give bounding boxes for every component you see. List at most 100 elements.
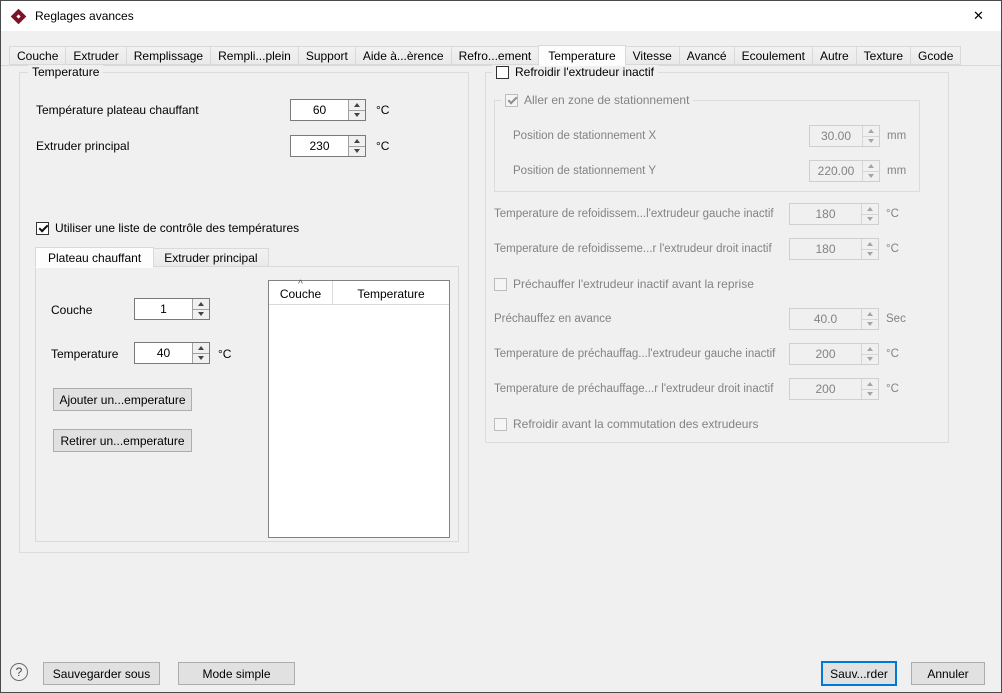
list-temp-value[interactable]: 40 bbox=[135, 343, 192, 363]
spinner-down-icon[interactable] bbox=[349, 110, 365, 120]
close-icon[interactable]: ✕ bbox=[956, 1, 1001, 31]
park-y-value: 220.00 bbox=[817, 164, 855, 178]
spinner-up-icon bbox=[863, 126, 879, 137]
app-icon bbox=[10, 8, 27, 25]
spinner-up-icon bbox=[862, 344, 878, 355]
tab-temperature[interactable]: Temperature bbox=[538, 45, 626, 66]
temp-list-panel: Couche 1 Temperature 40 °C Ajouter un...… bbox=[35, 266, 459, 542]
cool-before-switch-checkbox: Refroidir avant la commutation des extru… bbox=[494, 417, 758, 431]
spinner-down-icon bbox=[862, 249, 878, 259]
checkbox-box bbox=[36, 221, 49, 235]
tab-label: Refro...ement bbox=[458, 48, 532, 63]
spinner-arrows bbox=[861, 309, 878, 329]
spinner-up-icon[interactable] bbox=[193, 343, 209, 354]
simple-mode-button[interactable]: Mode simple bbox=[178, 662, 295, 685]
tab-couche[interactable]: Couche bbox=[9, 46, 67, 65]
layer-spinner[interactable]: 1 bbox=[134, 298, 210, 320]
tab-aide-adherence[interactable]: Aide à...èrence bbox=[354, 46, 452, 65]
spinner-arrows bbox=[348, 136, 365, 156]
spinner-up-icon[interactable] bbox=[349, 100, 365, 111]
extruder-temp-label: Extruder principal bbox=[36, 139, 130, 153]
help-icon[interactable]: ? bbox=[10, 663, 28, 681]
park-y-spinner: 220.00 bbox=[809, 160, 880, 182]
checkbox-box bbox=[505, 93, 518, 107]
bed-temp-spinner[interactable]: 60 bbox=[290, 99, 366, 121]
cool-inactive-extruder-checkbox[interactable]: Refroidir l'extrudeur inactif bbox=[492, 65, 659, 79]
checkbox-box bbox=[494, 277, 507, 291]
tab-texture[interactable]: Texture bbox=[855, 46, 912, 65]
remove-temperature-button[interactable]: Retirer un...emperature bbox=[53, 429, 192, 452]
spinner-up-icon[interactable] bbox=[193, 299, 209, 310]
table-header: ^ Couche Temperature bbox=[269, 279, 449, 305]
tab-label: Ecoulement bbox=[741, 48, 805, 63]
tab-label: Plateau chauffant bbox=[48, 250, 142, 265]
checkbox-box bbox=[494, 417, 507, 431]
spinner-arrows bbox=[862, 126, 879, 146]
preheat-advance-spinner: 40.0 bbox=[789, 308, 879, 330]
preheat-inactive-checkbox: Préchauffer l'extrudeur inactif avant la… bbox=[494, 277, 754, 291]
park-zone-label: Aller en zone de stationnement bbox=[524, 93, 690, 107]
spinner-arrows bbox=[861, 379, 878, 399]
preheat-right-value: 200 bbox=[815, 382, 836, 396]
spinner-down-icon bbox=[862, 389, 878, 399]
tab-autre[interactable]: Autre bbox=[811, 46, 857, 65]
preheat-advance-unit: Sec bbox=[886, 313, 906, 325]
preheat-inactive-label: Préchauffer l'extrudeur inactif avant la… bbox=[513, 277, 754, 291]
tab-label: Vitesse bbox=[632, 48, 672, 63]
add-temperature-button[interactable]: Ajouter un...emperature bbox=[53, 388, 192, 411]
column-header-temperature[interactable]: Temperature bbox=[332, 281, 449, 304]
cool-left-unit: °C bbox=[886, 208, 899, 220]
cool-right-value: 180 bbox=[815, 242, 836, 256]
tab-remplissage[interactable]: Remplissage bbox=[125, 46, 212, 65]
tab-label: Remplissage bbox=[133, 48, 204, 63]
spinner-down-icon[interactable] bbox=[193, 353, 209, 363]
bed-temp-value[interactable]: 60 bbox=[291, 100, 348, 120]
extruder-temp-value[interactable]: 230 bbox=[291, 136, 348, 156]
spinner-down-icon[interactable] bbox=[349, 146, 365, 156]
spinner-up-icon bbox=[862, 309, 878, 320]
cancel-button[interactable]: Annuler bbox=[911, 662, 985, 685]
column-header-couche[interactable]: ^ Couche bbox=[269, 279, 332, 304]
tab-remplissage-plein[interactable]: Rempli...plein bbox=[210, 46, 299, 65]
spinner-up-icon bbox=[862, 204, 878, 215]
tab-label: Extruder bbox=[73, 48, 119, 63]
spinner-down-icon bbox=[862, 319, 878, 329]
save-as-button[interactable]: Sauvegarder sous bbox=[43, 662, 160, 685]
tab-refroidissement[interactable]: Refro...ement bbox=[450, 46, 540, 65]
sort-ascending-icon: ^ bbox=[298, 279, 303, 290]
spinner-arrows bbox=[348, 100, 365, 120]
temperature-group-title: Temperature bbox=[28, 65, 104, 79]
tab-extruder-principal[interactable]: Extruder principal bbox=[153, 248, 269, 267]
use-temp-list-checkbox[interactable]: Utiliser une liste de contrôle des tempé… bbox=[36, 221, 299, 235]
save-button[interactable]: Sauv...rder bbox=[821, 661, 897, 686]
tab-support[interactable]: Support bbox=[297, 46, 356, 65]
advanced-settings-dialog: Reglages avances ✕ Couche Extruder Rempl… bbox=[0, 0, 1002, 693]
cool-inactive-extruder-label: Refroidir l'extrudeur inactif bbox=[515, 65, 655, 79]
spinner-arrows bbox=[192, 343, 209, 363]
tab-vitesse[interactable]: Vitesse bbox=[624, 46, 680, 65]
titlebar: Reglages avances ✕ bbox=[1, 1, 1001, 31]
temperature-list-table: ^ Couche Temperature bbox=[268, 280, 450, 538]
spinner-up-icon[interactable] bbox=[349, 136, 365, 147]
spinner-down-icon bbox=[862, 354, 878, 364]
tab-label: Gcode bbox=[918, 48, 954, 63]
spinner-down-icon[interactable] bbox=[193, 309, 209, 319]
temp-list-tabstrip: Plateau chauffant Extruder principal bbox=[35, 246, 269, 268]
list-temp-spinner[interactable]: 40 bbox=[134, 342, 210, 364]
extruder-temp-spinner[interactable]: 230 bbox=[290, 135, 366, 157]
tab-extruder[interactable]: Extruder bbox=[65, 46, 127, 65]
layer-value[interactable]: 1 bbox=[135, 299, 192, 319]
tab-ecoulement[interactable]: Ecoulement bbox=[733, 46, 813, 65]
tab-label: Aide à...èrence bbox=[362, 48, 444, 63]
preheat-right-label: Temperature de préchauffage...r l'extrud… bbox=[494, 383, 774, 395]
park-y-label: Position de stationnement Y bbox=[513, 165, 656, 177]
park-y-unit: mm bbox=[887, 165, 907, 177]
tab-avance[interactable]: Avancé bbox=[678, 46, 735, 65]
column-label: Temperature bbox=[357, 287, 425, 301]
park-x-label: Position de stationnement X bbox=[513, 130, 657, 142]
tab-gcode[interactable]: Gcode bbox=[910, 46, 962, 65]
tab-label: Support bbox=[305, 48, 348, 63]
tab-plateau-chauffant[interactable]: Plateau chauffant bbox=[35, 247, 155, 268]
bed-temp-label: Température plateau chauffant bbox=[36, 103, 199, 117]
spinner-up-icon bbox=[862, 379, 878, 390]
